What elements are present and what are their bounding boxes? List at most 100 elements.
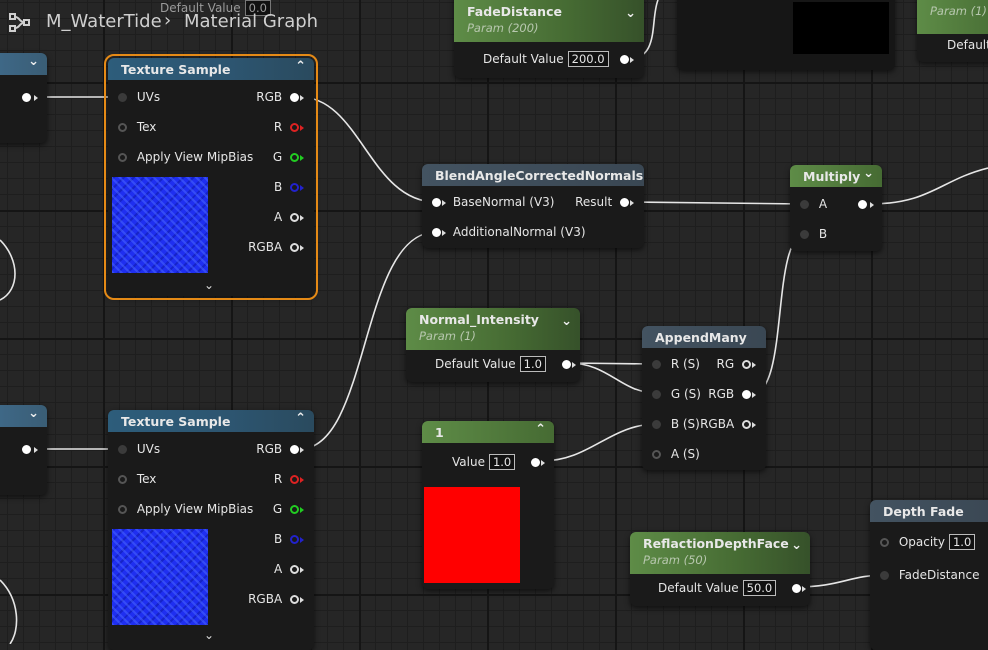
pin-arrow-icon bbox=[300, 124, 304, 131]
blend-angle-corrected-normals-node[interactable]: BlendAngleCorrectedNormals BaseNormal (V… bbox=[422, 164, 644, 248]
node-title: Texture Sample bbox=[121, 62, 231, 77]
breadcrumb-material[interactable]: M_WaterTide bbox=[46, 11, 162, 32]
pin-arrow-icon bbox=[752, 421, 756, 428]
output-pin[interactable] bbox=[531, 458, 541, 467]
expand-chevron-icon[interactable]: ⌄ bbox=[204, 278, 214, 292]
output-pin[interactable] bbox=[792, 584, 802, 593]
pin-label: Result bbox=[575, 195, 613, 209]
input-pin[interactable] bbox=[652, 450, 661, 459]
chevron-down-icon[interactable]: ⌄ bbox=[863, 166, 874, 181]
input-pin[interactable] bbox=[118, 123, 127, 132]
input-pin[interactable] bbox=[432, 198, 441, 207]
input-pin[interactable] bbox=[118, 475, 127, 484]
input-pin[interactable] bbox=[880, 538, 889, 547]
normal-intensity-node[interactable]: Normal_Intensity Param (1) ⌄ Default Value… bbox=[406, 308, 580, 382]
pin-arrow-icon bbox=[571, 361, 576, 368]
default-value-field[interactable]: 1.0 bbox=[519, 356, 546, 372]
input-pin[interactable] bbox=[118, 93, 127, 102]
output-pin[interactable] bbox=[561, 360, 571, 369]
pin-label: UVs bbox=[136, 442, 161, 456]
pin-label: Tex bbox=[136, 472, 157, 486]
partial-node-top[interactable]: Default Value 0.0 bbox=[160, 0, 271, 16]
output-pin-b[interactable] bbox=[290, 535, 299, 544]
pin-label: RGBA bbox=[700, 417, 735, 431]
output-pin-rgba[interactable] bbox=[290, 595, 299, 604]
default-value-field[interactable]: 50.0 bbox=[742, 580, 777, 596]
input-pin[interactable] bbox=[800, 200, 809, 209]
pin-arrow-icon bbox=[300, 244, 304, 251]
output-pin-rgb[interactable] bbox=[290, 445, 299, 454]
node-title: Depth Fade bbox=[883, 504, 964, 519]
partial-node-left-2[interactable]: ⌄ bbox=[0, 405, 47, 495]
pin-label: FadeDistance bbox=[898, 568, 980, 582]
node-title: Multiply bbox=[803, 169, 861, 184]
pin-arrow-icon bbox=[300, 214, 304, 221]
chevron-down-icon[interactable]: ⌄ bbox=[28, 54, 39, 69]
value-field[interactable]: 1.0 bbox=[488, 454, 516, 470]
partial-node-dark[interactable] bbox=[677, 0, 895, 70]
output-pin-rg[interactable] bbox=[742, 360, 751, 369]
output-pin-g[interactable] bbox=[290, 505, 299, 514]
multiply-node[interactable]: Multiply ⌄ A B bbox=[790, 165, 882, 251]
pin-label: RGBA bbox=[248, 240, 283, 254]
node-title: Normal_Intensity bbox=[419, 312, 539, 327]
texture-sample-node-2[interactable]: Texture Sample ⌃ UVs Tex Apply View MipBi… bbox=[108, 410, 314, 650]
pin-label: B bbox=[273, 180, 283, 194]
input-pin[interactable] bbox=[652, 420, 661, 429]
node-title: Texture Sample bbox=[121, 414, 231, 429]
output-pin-a[interactable] bbox=[290, 565, 299, 574]
chevron-up-icon[interactable]: ⌃ bbox=[535, 422, 546, 437]
pin-arrow-icon bbox=[300, 94, 304, 101]
output-pin-rgba[interactable] bbox=[742, 420, 751, 429]
texture-sample-node-1[interactable]: Texture Sample ⌃ UVs Tex Apply View MipBi… bbox=[104, 54, 318, 300]
default-value-field[interactable]: 0.0 bbox=[244, 0, 271, 16]
input-pin[interactable] bbox=[432, 228, 441, 237]
input-pin[interactable] bbox=[118, 445, 127, 454]
node-subtitle: Param (1) bbox=[419, 329, 476, 343]
fade-distance-node[interactable]: FadeDistance Param (200) ⌄ Default Value 20… bbox=[454, 0, 644, 78]
depth-fade-node[interactable]: Depth Fade Opacity 1.0 FadeDistance bbox=[870, 500, 988, 650]
output-pin-g[interactable] bbox=[290, 153, 299, 162]
output-pin-a[interactable] bbox=[290, 213, 299, 222]
pin-label: Apply View MipBias bbox=[136, 150, 254, 164]
output-pin-rgb[interactable] bbox=[742, 390, 751, 399]
output-pin-rgb[interactable] bbox=[290, 93, 299, 102]
input-pin[interactable] bbox=[800, 230, 809, 239]
default-value-field[interactable]: 200.0 bbox=[567, 51, 609, 67]
graph-icon bbox=[9, 13, 31, 36]
input-pin[interactable] bbox=[880, 571, 889, 580]
chevron-up-icon[interactable]: ⌃ bbox=[295, 411, 306, 426]
output-pin[interactable] bbox=[620, 198, 629, 207]
output-pin-b[interactable] bbox=[290, 183, 299, 192]
output-pin-r[interactable] bbox=[290, 475, 299, 484]
pin-arrow-icon bbox=[300, 446, 304, 453]
chevron-down-icon[interactable]: ⌄ bbox=[28, 406, 39, 421]
output-pin-rgba[interactable] bbox=[290, 243, 299, 252]
pin-label: A (S) bbox=[670, 447, 700, 461]
input-pin[interactable] bbox=[118, 153, 127, 162]
constant-node[interactable]: 1 ⌃ Value 1.0 bbox=[422, 421, 554, 589]
output-pin[interactable] bbox=[620, 55, 630, 64]
chevron-up-icon[interactable]: ⌃ bbox=[295, 59, 306, 74]
append-many-node[interactable]: AppendMany R (S) G (S) B (S) A (S) RG RG… bbox=[642, 326, 766, 470]
partial-node-param-right[interactable]: Param (1) Default bbox=[917, 0, 988, 62]
partial-node-left-1[interactable]: ⌄ bbox=[0, 53, 47, 143]
output-pin[interactable] bbox=[858, 200, 867, 209]
pin-label: G bbox=[272, 150, 283, 164]
input-pin[interactable] bbox=[118, 505, 127, 514]
reflaction-depth-face-node[interactable]: ReflactionDepthFace Param (50) ⌄ Default V… bbox=[630, 532, 810, 606]
output-pin[interactable] bbox=[22, 93, 31, 102]
chevron-down-icon[interactable]: ⌄ bbox=[561, 314, 572, 329]
node-subtitle: Param (50) bbox=[643, 553, 708, 567]
opacity-field[interactable]: 1.0 bbox=[948, 534, 976, 550]
input-pin[interactable] bbox=[652, 360, 661, 369]
pin-arrow-icon bbox=[630, 199, 634, 206]
pin-label: A bbox=[273, 210, 283, 224]
expand-chevron-icon[interactable]: ⌄ bbox=[204, 628, 214, 642]
output-pin[interactable] bbox=[22, 445, 31, 454]
wire bbox=[299, 96, 437, 203]
output-pin-r[interactable] bbox=[290, 123, 299, 132]
input-pin[interactable] bbox=[652, 390, 661, 399]
chevron-down-icon[interactable]: ⌄ bbox=[791, 538, 802, 553]
chevron-down-icon[interactable]: ⌄ bbox=[625, 6, 636, 21]
